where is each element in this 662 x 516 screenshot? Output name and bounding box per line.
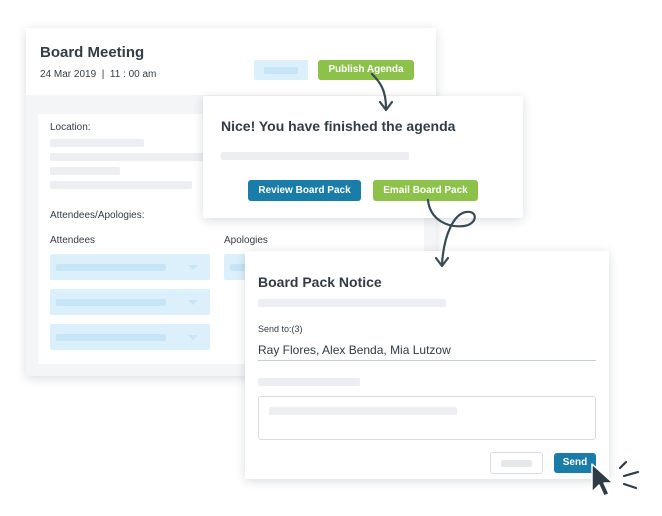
cancel-button[interactable] xyxy=(490,452,543,474)
message-textarea[interactable] xyxy=(258,396,596,440)
placeholder-bar xyxy=(269,407,457,415)
arrow-curve-icon xyxy=(370,72,394,112)
chevron-down-icon xyxy=(188,300,198,305)
attendee-select[interactable] xyxy=(50,254,210,280)
apologies-label: Apologies xyxy=(224,235,268,246)
attendee-select[interactable] xyxy=(50,324,210,350)
meeting-date: 24 Mar 2019 xyxy=(40,69,97,80)
placeholder-bar xyxy=(50,181,192,189)
board-pack-notice-card: Board Pack Notice Send to:(3) Ray Flores… xyxy=(245,251,609,479)
placeholder-bar xyxy=(258,378,360,386)
placeholder-bar xyxy=(50,167,120,175)
placeholder-bar xyxy=(501,460,532,467)
attendee-select[interactable] xyxy=(50,289,210,315)
click-burst-icon xyxy=(618,460,640,490)
chevron-down-icon xyxy=(188,265,198,270)
arrow-loop-icon xyxy=(426,198,476,268)
placeholder-bar xyxy=(50,139,144,147)
location-label: Location: xyxy=(50,122,91,133)
meeting-title: Board Meeting xyxy=(40,44,145,61)
datetime-separator: | xyxy=(98,69,108,80)
placeholder-bar xyxy=(258,299,446,307)
send-to-label: Send to:(3) xyxy=(258,324,303,334)
placeholder-bar xyxy=(56,334,166,341)
review-board-pack-button[interactable]: Review Board Pack xyxy=(248,180,361,201)
finished-message: Nice! You have finished the agenda xyxy=(221,118,456,134)
placeholder-bar xyxy=(221,152,409,160)
mouse-cursor-icon xyxy=(591,463,614,497)
recipients-field[interactable]: Ray Flores, Alex Benda, Mia Lutzow xyxy=(258,343,596,361)
placeholder-button[interactable] xyxy=(254,60,308,80)
notice-title: Board Pack Notice xyxy=(258,274,382,290)
placeholder-bar xyxy=(56,264,166,271)
placeholder-bar xyxy=(56,299,166,306)
meeting-datetime: 24 Mar 2019 | 11 : 00 am xyxy=(40,69,156,80)
attendees-label: Attendees xyxy=(50,235,96,246)
placeholder-bar xyxy=(264,67,298,74)
chevron-down-icon xyxy=(188,335,198,340)
attendees-apologies-label: Attendees/Apologies: xyxy=(50,210,145,221)
meeting-time: 11 : 00 am xyxy=(109,69,157,80)
